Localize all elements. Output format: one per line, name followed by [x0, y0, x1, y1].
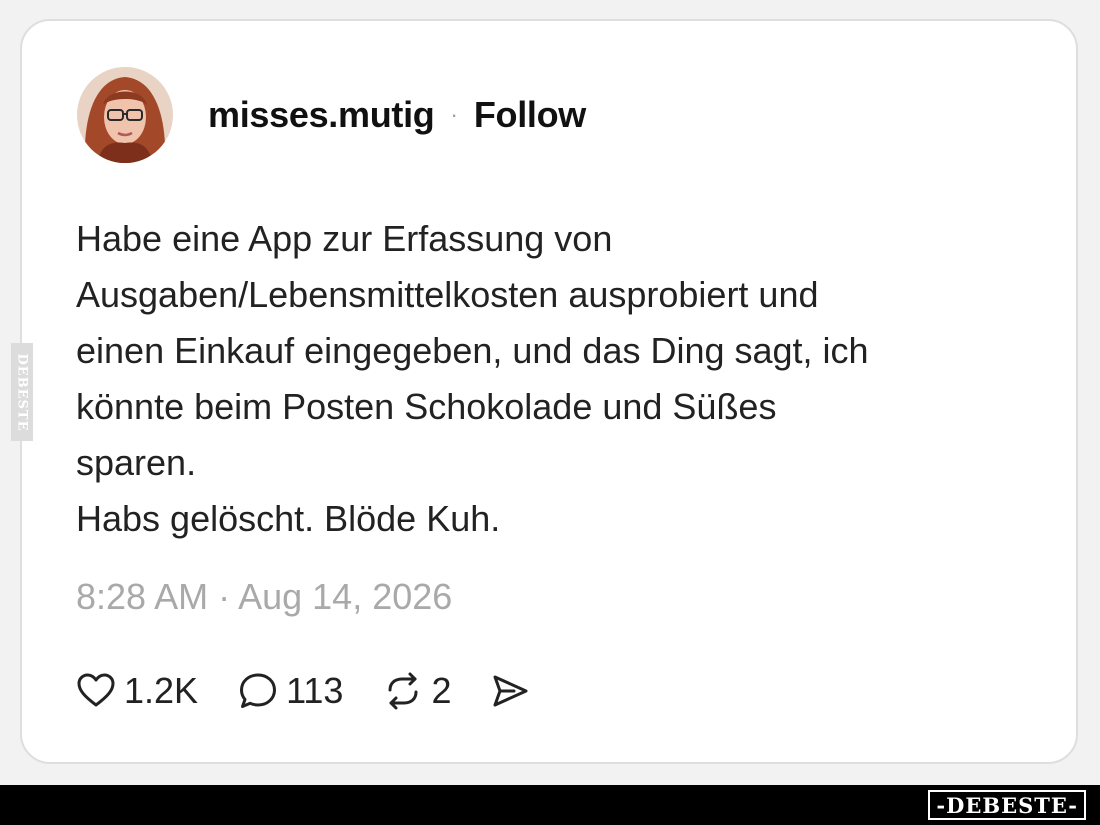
avatar[interactable]: [77, 67, 173, 163]
bottom-bar: -DEBESTE-: [0, 785, 1100, 825]
post-text-line: einen Einkauf eingegeben, und das Ding s…: [76, 330, 869, 371]
post-header: misses.mutig · Follow: [77, 67, 586, 163]
reply-button[interactable]: 113: [238, 670, 343, 712]
action-bar: 1.2K 113 2: [76, 666, 530, 716]
username[interactable]: misses.mutig: [208, 94, 435, 136]
repost-button[interactable]: 2: [383, 670, 452, 712]
side-watermark: DEBESTE: [11, 343, 33, 441]
heart-icon: [77, 673, 115, 707]
separator-dot: ·: [450, 102, 458, 127]
share-button[interactable]: [490, 671, 530, 711]
post-card: misses.mutig · Follow Habe eine App zur …: [20, 19, 1078, 764]
like-button[interactable]: 1.2K: [76, 670, 198, 712]
like-count: 1.2K: [124, 670, 199, 711]
avatar-image: [77, 67, 173, 163]
watermark-logo: -DEBESTE-: [928, 790, 1086, 820]
post-text: Habe eine App zur Erfassung von Ausgaben…: [76, 211, 1036, 547]
follow-button[interactable]: Follow: [474, 94, 586, 136]
post-text-line: Habe eine App zur Erfassung von: [76, 218, 613, 259]
post-text-line: Ausgaben/Lebensmittelkosten ausprobiert …: [76, 274, 819, 315]
side-watermark-text: DEBESTE: [14, 352, 30, 432]
reply-count: 113: [286, 670, 344, 711]
post-text-line: könnte beim Posten Schokolade und Süßes: [76, 386, 777, 427]
send-icon: [493, 675, 527, 707]
post-text-line: sparen.: [76, 442, 197, 483]
comment-icon: [240, 673, 277, 708]
repost-icon: [388, 672, 418, 710]
repost-count: 2: [431, 670, 452, 711]
post-text-line: Habs gelöscht. Blöde Kuh.: [76, 498, 501, 539]
post-timestamp[interactable]: 8:28 AM · Aug 14, 2026: [76, 576, 452, 618]
